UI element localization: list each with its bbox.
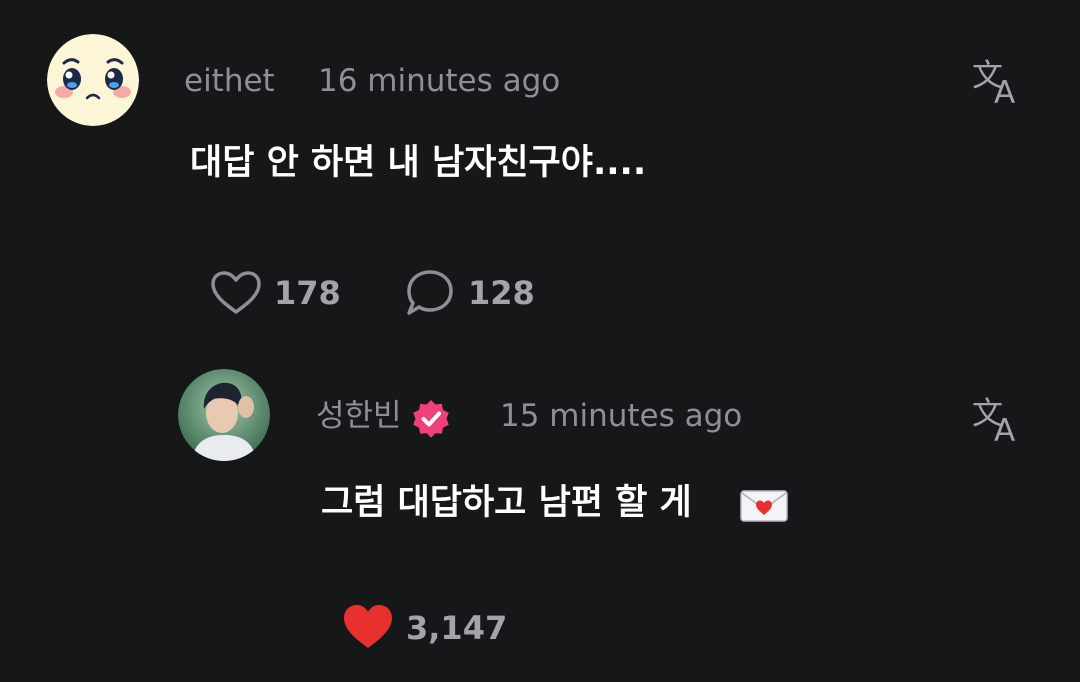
svg-text:A: A	[994, 413, 1015, 446]
reply-button[interactable]: 128	[405, 268, 535, 316]
like-button[interactable]: 178	[210, 268, 341, 316]
comment-timestamp: 16 minutes ago	[318, 63, 561, 99]
verified-badge-icon	[410, 398, 452, 440]
comment-timestamp: 15 minutes ago	[500, 398, 743, 434]
svg-text:A: A	[994, 75, 1015, 108]
translate-icon[interactable]: 文 A	[972, 394, 1028, 449]
reply-count: 128	[468, 274, 535, 312]
avatar[interactable]	[47, 34, 139, 126]
like-count: 3,147	[406, 609, 508, 647]
avatar[interactable]	[178, 369, 270, 461]
comment-bubble-icon	[407, 270, 453, 315]
translate-icon[interactable]: 文 A	[972, 56, 1028, 111]
like-count: 178	[274, 274, 341, 312]
comment-text: 대답 안 하면 내 남자친구야....	[190, 143, 647, 183]
love-letter-icon	[739, 488, 789, 524]
comment-username[interactable]: 성한빈	[316, 401, 402, 432]
profile-photo-image	[178, 369, 270, 461]
heart-outline-icon	[211, 271, 261, 314]
heart-filled-icon	[344, 605, 392, 648]
like-button[interactable]: 3,147	[342, 603, 512, 653]
cute-face-avatar-image	[47, 34, 139, 126]
comment-text: 그럼 대답하고 남편 할 게	[321, 483, 692, 523]
comment-username[interactable]: eithet	[184, 66, 275, 97]
